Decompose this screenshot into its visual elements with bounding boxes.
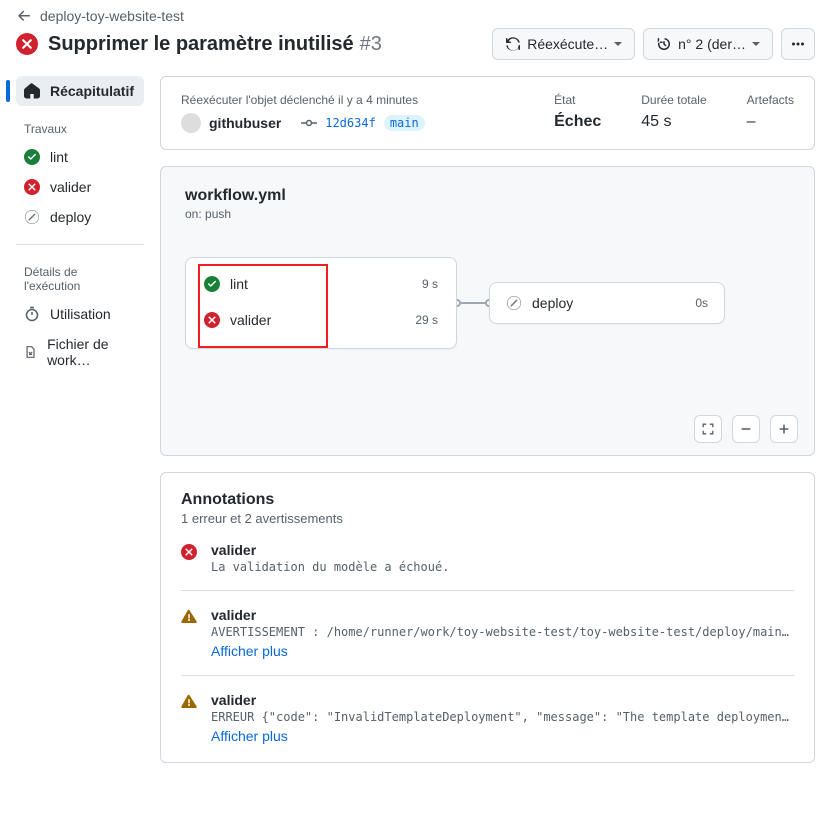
page-title: Supprimer le paramètre inutilisé #3 — [48, 33, 382, 56]
skip-icon — [24, 209, 40, 225]
attempt-history-button[interactable]: n° 2 (der… — [643, 28, 773, 60]
annotation-job: valider — [211, 692, 794, 708]
sidebar-usage[interactable]: Utilisation — [16, 299, 144, 329]
check-circle-icon — [204, 276, 220, 292]
skip-icon — [506, 295, 522, 311]
annotation-item: valider ERREUR {"code": "InvalidTemplate… — [181, 675, 794, 744]
commit-link[interactable]: 12d634f — [325, 116, 376, 130]
divider — [16, 244, 144, 245]
sidebar-details-heading: Détails de l'exécution — [16, 257, 144, 299]
sync-icon — [505, 36, 521, 52]
annotations-title: Annotations — [181, 491, 794, 509]
graph-job-valider[interactable]: valider 29 s — [200, 302, 442, 338]
annotation-item: valider AVERTISSEMENT : /home/runner/wor… — [181, 590, 794, 659]
back-label: deploy-toy-website-test — [40, 8, 184, 24]
duration-label: Durée totale — [641, 93, 706, 107]
actor-name[interactable]: githubuser — [209, 115, 281, 131]
warning-icon — [181, 694, 197, 710]
status-value: Échec — [554, 113, 601, 131]
workflow-trigger: on: push — [185, 207, 790, 221]
annotations-subtitle: 1 erreur et 2 avertissements — [181, 511, 794, 526]
show-more-link[interactable]: Afficher plus — [211, 643, 288, 659]
workflow-graph-panel: workflow.yml on: push lint 9 s — [160, 166, 815, 456]
graph-job-deploy[interactable]: deploy 0s — [489, 282, 725, 324]
x-circle-icon — [16, 33, 38, 55]
back-link[interactable]: deploy-toy-website-test — [16, 8, 815, 24]
graph-job-lint[interactable]: lint 9 s — [200, 266, 442, 302]
sidebar-job-lint[interactable]: lint — [16, 142, 144, 172]
branch-badge[interactable]: main — [384, 115, 425, 131]
plus-icon — [777, 422, 791, 436]
annotation-job: valider — [211, 607, 794, 623]
zoom-in-button[interactable] — [770, 415, 798, 443]
annotations-panel: Annotations 1 erreur et 2 avertissements… — [160, 472, 815, 763]
arrow-left-icon — [16, 8, 32, 24]
chevron-down-icon — [614, 42, 622, 46]
annotation-message: ERREUR {"code": "InvalidTemplateDeployme… — [211, 710, 794, 724]
artifacts-value: – — [747, 113, 794, 131]
x-circle-icon — [204, 312, 220, 328]
show-more-link[interactable]: Afficher plus — [211, 728, 288, 744]
sidebar-job-deploy[interactable]: deploy — [16, 202, 144, 232]
avatar — [181, 113, 201, 133]
x-circle-icon — [24, 179, 40, 195]
triggered-label: Réexécuter l'objet déclenché il y a 4 mi… — [181, 93, 514, 107]
artifacts-label: Artefacts — [747, 93, 794, 107]
chevron-down-icon — [752, 42, 760, 46]
commit-icon — [301, 115, 317, 131]
home-icon — [24, 83, 40, 99]
duration-value: 45 s — [641, 113, 706, 131]
sidebar-jobs-heading: Travaux — [16, 114, 144, 142]
summary-panel: Réexécuter l'objet déclenché il y a 4 mi… — [160, 76, 815, 150]
warning-icon — [181, 609, 197, 625]
sidebar-job-valider[interactable]: valider — [16, 172, 144, 202]
workflow-stage-1: lint 9 s valider 29 s — [185, 257, 457, 349]
file-icon — [24, 344, 37, 360]
check-circle-icon — [24, 149, 40, 165]
workflow-file-name: workflow.yml — [185, 187, 790, 205]
more-actions-button[interactable] — [781, 28, 815, 60]
annotation-item: valider La validation du modèle a échoué… — [181, 526, 794, 574]
sidebar-summary[interactable]: Récapitulatif — [16, 76, 144, 106]
annotation-message: La validation du modèle a échoué. — [211, 560, 794, 574]
sidebar-workflow-file[interactable]: Fichier de work… — [16, 329, 144, 375]
history-icon — [656, 36, 672, 52]
minus-icon — [739, 422, 753, 436]
rerun-button[interactable]: Réexécute… — [492, 28, 635, 60]
annotation-job: valider — [211, 542, 794, 558]
x-circle-icon — [181, 544, 197, 560]
fullscreen-icon — [701, 422, 715, 436]
annotation-message: AVERTISSEMENT : /home/runner/work/toy-we… — [211, 625, 794, 639]
stopwatch-icon — [24, 306, 40, 322]
fullscreen-button[interactable] — [694, 415, 722, 443]
zoom-out-button[interactable] — [732, 415, 760, 443]
connector-line — [461, 302, 485, 304]
status-label: État — [554, 93, 601, 107]
kebab-icon — [790, 36, 806, 52]
